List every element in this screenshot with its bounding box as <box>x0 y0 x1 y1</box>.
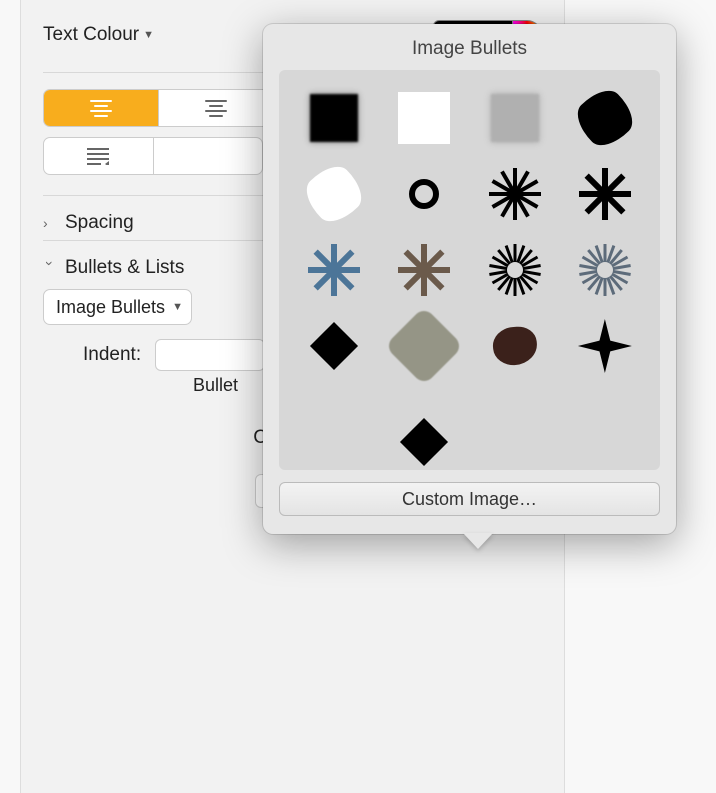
indent-button[interactable] <box>154 138 263 174</box>
bullet-option-brown-asterisk[interactable] <box>392 238 456 302</box>
bullet-option-black-quatrefoil[interactable] <box>573 86 637 150</box>
outdent-icon <box>85 147 111 165</box>
align-center-icon <box>205 100 227 117</box>
bullet-option-black-square[interactable] <box>302 86 366 150</box>
bullet-option-scribble[interactable] <box>392 314 456 378</box>
bullet-option-grey-square[interactable] <box>483 86 547 150</box>
align-left-icon <box>90 100 112 117</box>
image-bullets-popover: Image Bullets Custom Image… <box>263 24 676 534</box>
indent-segmented-control <box>43 137 263 175</box>
bullet-type-value: Image Bullets <box>56 297 165 318</box>
chevron-right-icon: › <box>43 215 57 231</box>
bullet-option-diamond[interactable] <box>302 314 366 378</box>
chevron-down-icon: ▼ <box>143 29 154 41</box>
bullet-option-white-quatrefoil[interactable] <box>302 162 366 226</box>
chevron-down-icon: ▼ <box>172 301 183 313</box>
bullet-option-black-asterisk[interactable] <box>573 162 637 226</box>
indent-bullet-label: Bullet <box>193 375 238 396</box>
bullets-lists-label: Bullets & Lists <box>65 257 184 279</box>
text-colour-label: Text Colour <box>43 24 139 46</box>
align-left-button[interactable] <box>44 90 159 126</box>
align-center-button[interactable] <box>159 90 274 126</box>
bullet-option-black-sunburst[interactable] <box>483 238 547 302</box>
bullet-image-grid <box>279 70 660 470</box>
chevron-down-icon: › <box>42 261 58 275</box>
bullet-option-partial-diamond[interactable] <box>392 390 456 454</box>
text-colour-dropdown[interactable]: Text Colour ▼ <box>43 24 154 46</box>
spacing-label: Spacing <box>65 212 134 234</box>
indent-label: Indent: <box>83 344 141 366</box>
popover-title: Image Bullets <box>279 38 660 60</box>
bullet-option-slate-sunburst[interactable] <box>573 238 637 302</box>
indent-bullet-field[interactable] <box>155 339 265 371</box>
bullet-option-white-square[interactable] <box>392 86 456 150</box>
outdent-button[interactable] <box>44 138 154 174</box>
bullet-option-sparkle[interactable] <box>573 314 637 378</box>
bullet-option-blue-asterisk[interactable] <box>302 238 366 302</box>
custom-image-button[interactable]: Custom Image… <box>279 482 660 516</box>
bullet-option-black-starburst[interactable] <box>483 162 547 226</box>
bullet-option-ring[interactable] <box>392 162 456 226</box>
bullet-option-blob[interactable] <box>483 314 547 378</box>
bullet-type-dropdown[interactable]: Image Bullets ▼ <box>43 289 192 325</box>
